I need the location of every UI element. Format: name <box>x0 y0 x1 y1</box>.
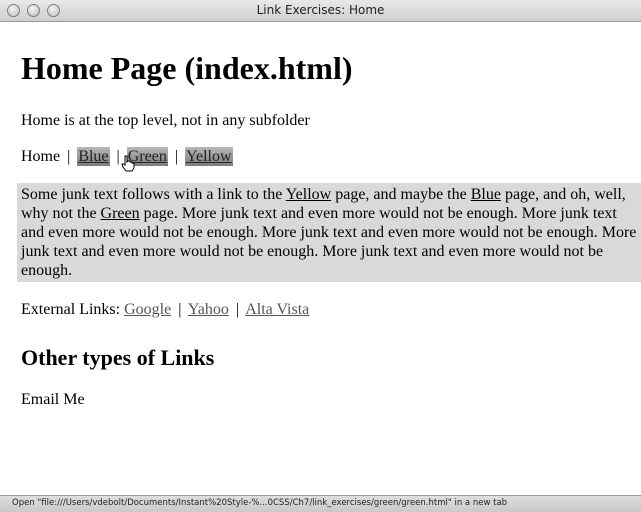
email-me-text: Email Me <box>21 391 85 408</box>
external-links: External Links: Google | Yahoo | Alta Vi… <box>21 301 309 319</box>
external-link-google[interactable]: Google <box>124 301 171 318</box>
external-links-label: External Links: <box>21 301 125 318</box>
title-bar[interactable]: Link Exercises: Home <box>0 0 641 22</box>
nav-link-yellow[interactable]: Yellow <box>185 147 233 166</box>
external-link-yahoo[interactable]: Yahoo <box>188 301 229 318</box>
junk-link-yellow[interactable]: Yellow <box>286 186 332 203</box>
hand-pointer-icon <box>121 155 135 172</box>
intro-text: Home is at the top level, not in any sub… <box>21 112 310 129</box>
nav-separator: | <box>174 148 179 165</box>
nav-link-blue[interactable]: Blue <box>77 147 110 166</box>
status-bar: Open "file:///Users/vdebolt/Documents/In… <box>0 495 641 512</box>
external-separator: | <box>235 301 240 318</box>
external-separator: | <box>178 301 182 318</box>
junk-link-green[interactable]: Green <box>101 205 140 222</box>
page-title: Home Page (index.html) <box>21 50 353 86</box>
junk-text: page, and maybe the <box>331 186 471 203</box>
junk-link-blue[interactable]: Blue <box>471 186 501 203</box>
page-content[interactable]: Home Page (index.html) Home is at the to… <box>0 22 641 492</box>
other-links-heading: Other types of Links <box>21 345 215 370</box>
browser-window: Link Exercises: Home Home Page (index.ht… <box>0 0 641 512</box>
nav-separator: | <box>116 148 120 165</box>
junk-text-block: Some junk text follows with a link to th… <box>17 183 641 282</box>
junk-text: Some junk text follows with a link to th… <box>21 186 286 203</box>
nav-home: Home <box>21 148 61 165</box>
external-link-altavista[interactable]: Alta Vista <box>245 301 309 318</box>
window-title: Link Exercises: Home <box>256 3 385 17</box>
nav-separator: | <box>67 148 71 165</box>
